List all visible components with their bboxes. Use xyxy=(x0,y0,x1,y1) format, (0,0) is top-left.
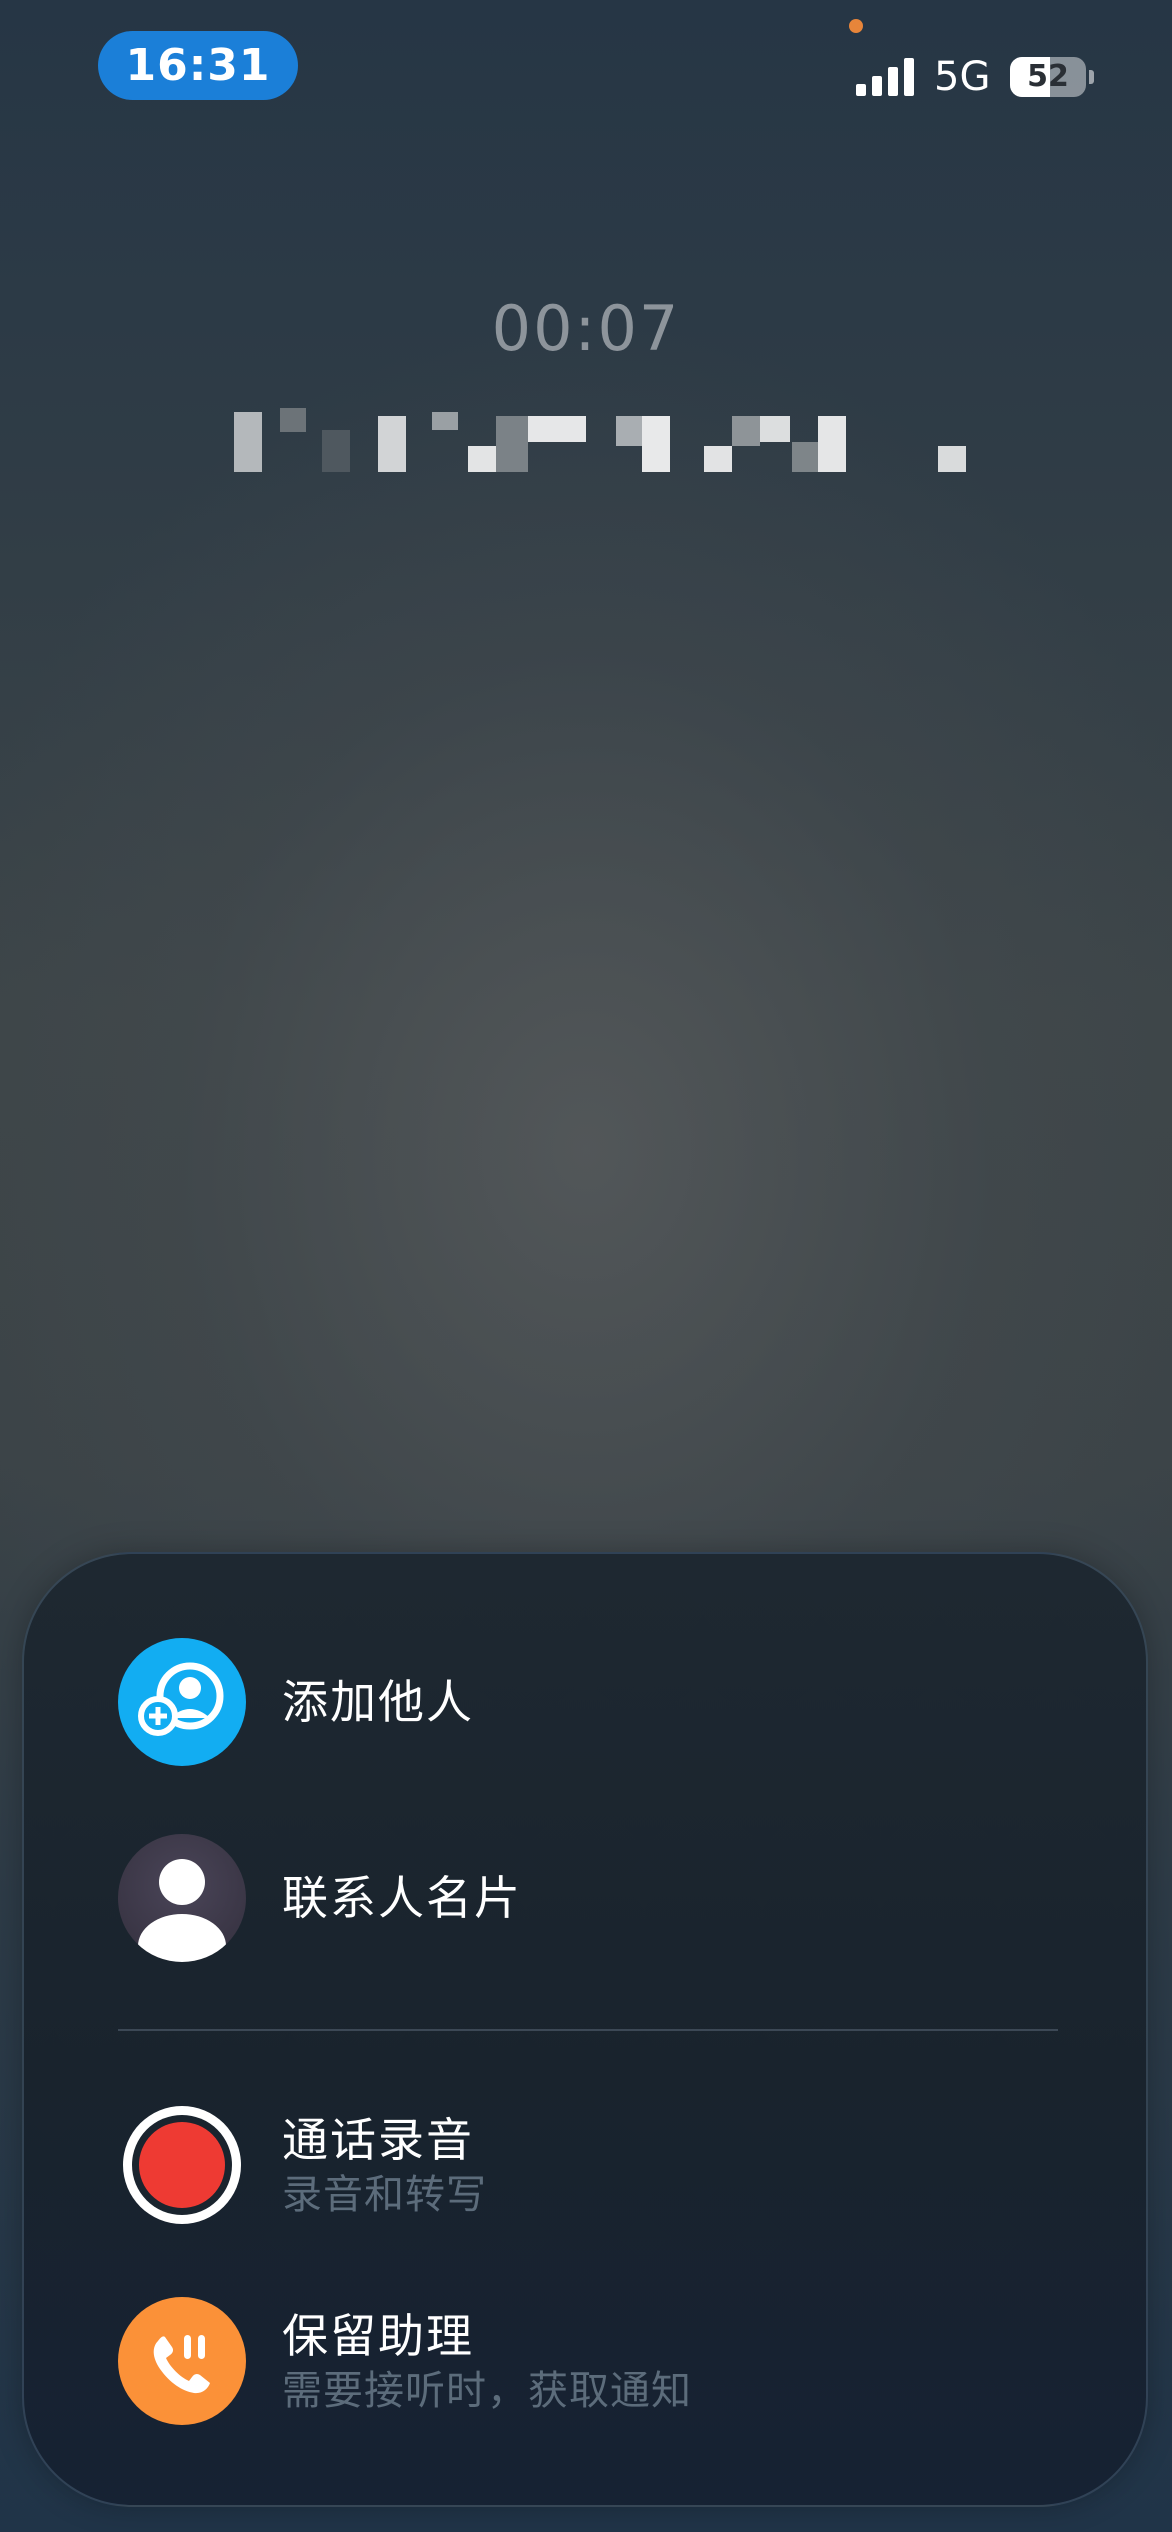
menu-item-contact-card-text: 联系人名片 xyxy=(282,1868,522,1928)
contact-card-icon xyxy=(118,1834,246,1962)
menu-item-subtitle: 录音和转写 xyxy=(282,2172,487,2218)
battery-icon: 52 xyxy=(1010,57,1086,97)
status-time[interactable]: 16:31 xyxy=(98,31,298,100)
menu-item-add-others-text: 添加他人 xyxy=(282,1672,474,1732)
menu-item-add-others[interactable]: 添加他人 xyxy=(118,1637,1058,1767)
cellular-signal-icon xyxy=(856,58,914,96)
menu-item-subtitle: 需要接听时，获取通知 xyxy=(282,2368,692,2414)
add-person-icon xyxy=(118,1638,246,1766)
call-options-menu: 添加他人 联系人名片 通话录音 录音和转写 保留助理 需要接听时，获取通知 xyxy=(22,1552,1148,2507)
menu-item-hold-assist-text: 保留助理 需要接听时，获取通知 xyxy=(282,2306,692,2416)
menu-item-title: 联系人名片 xyxy=(282,1871,522,1925)
battery-level: 52 xyxy=(1027,59,1069,94)
menu-item-title: 保留助理 xyxy=(282,2309,474,2363)
call-duration: 00:07 xyxy=(491,292,681,365)
menu-item-title: 通话录音 xyxy=(282,2113,474,2167)
hold-assist-icon xyxy=(118,2297,246,2425)
menu-item-contact-card[interactable]: 联系人名片 xyxy=(118,1833,1058,1963)
battery-nub xyxy=(1089,70,1094,84)
battery-indicator: 52 xyxy=(1010,57,1094,97)
menu-divider xyxy=(118,2029,1058,2031)
menu-item-hold-assist[interactable]: 保留助理 需要接听时，获取通知 xyxy=(118,2296,1058,2426)
menu-item-call-recording[interactable]: 通话录音 录音和转写 xyxy=(118,2100,1058,2230)
menu-item-title: 添加他人 xyxy=(282,1675,474,1729)
network-type: 5G xyxy=(934,54,991,100)
record-icon xyxy=(118,2101,246,2229)
menu-item-call-recording-text: 通话录音 录音和转写 xyxy=(282,2110,487,2220)
mic-in-use-indicator xyxy=(849,19,863,33)
caller-name-redacted xyxy=(232,400,972,478)
